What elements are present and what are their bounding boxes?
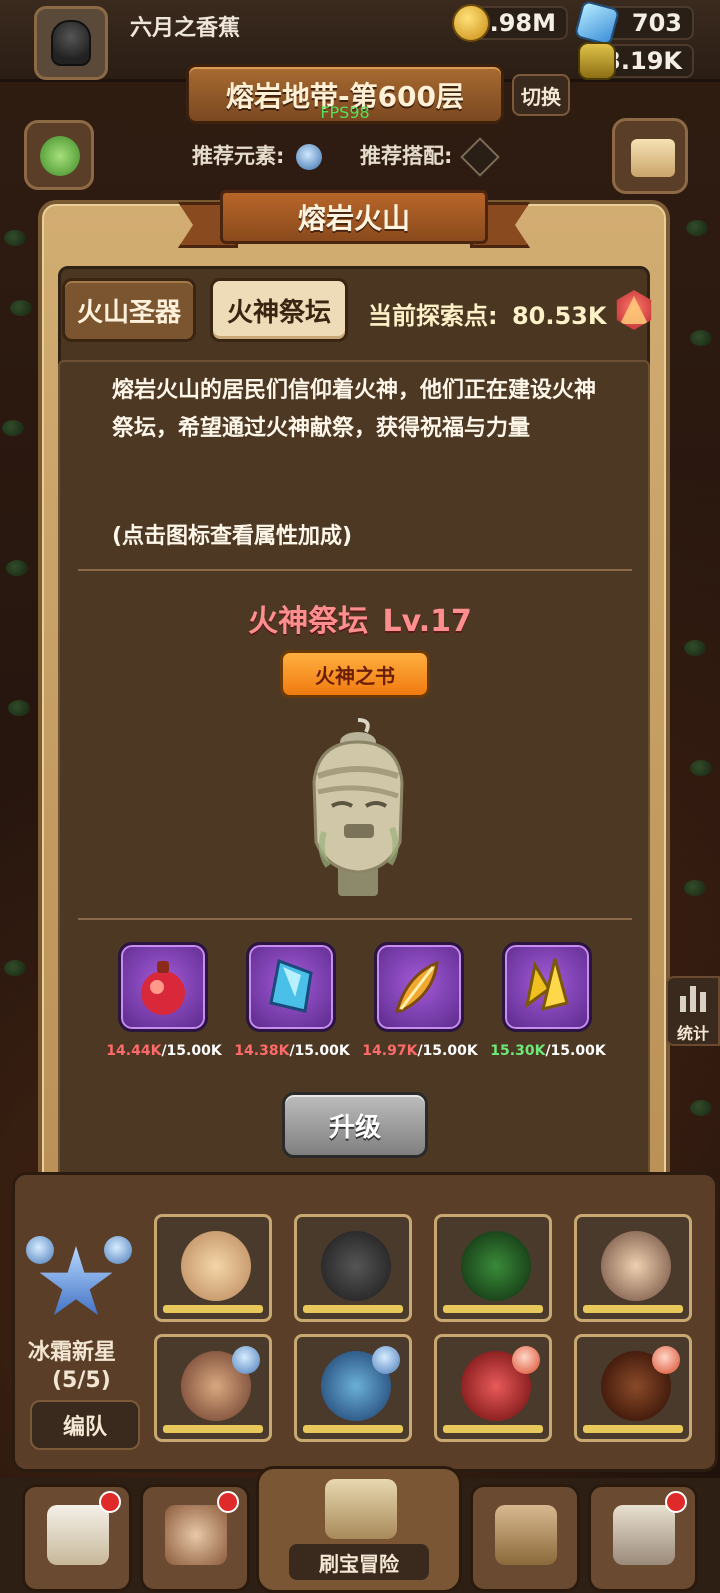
hero-card[interactable] — [434, 1214, 552, 1322]
switch-stage-button[interactable]: 切换 — [512, 74, 570, 116]
altar-level: Lv.17 — [382, 604, 472, 639]
blue-crystal-icon — [269, 958, 313, 1013]
formation-count: (5/5) — [52, 1368, 111, 1393]
dialog-title: 熔岩火山 — [220, 190, 488, 244]
treasure-map-icon — [325, 1479, 397, 1539]
tab-fire-altar[interactable]: 火神祭坛 — [210, 278, 348, 342]
hero-card[interactable] — [294, 1214, 412, 1322]
stats-label: 统计 — [676, 1024, 709, 1043]
gem-counter[interactable]: 703 — [573, 0, 694, 47]
material-need: /15.00K — [161, 1043, 222, 1059]
stage-banner[interactable]: 熔岩地带-第600层 FPS98 — [186, 64, 504, 124]
formation-skill-icon[interactable] — [26, 1236, 54, 1264]
dialog-title-ribbon: 熔岩火山 — [178, 188, 530, 256]
nav-center-label: 刷宝冒险 — [289, 1544, 429, 1580]
tab-volcano-artifact[interactable]: 火山圣器 — [62, 278, 196, 342]
golden-feather-icon — [395, 960, 439, 1013]
explore-points-label: 当前探索点: — [368, 302, 498, 330]
material-blue-crystal[interactable] — [246, 942, 336, 1032]
scroll-icon[interactable] — [612, 118, 688, 194]
notification-dot — [99, 1491, 121, 1513]
material-golden-feather[interactable] — [374, 942, 464, 1032]
nav-backpack[interactable] — [470, 1484, 580, 1592]
altar-name: 火神祭坛 — [248, 604, 369, 639]
material-count-1: 14.38K/15.00K — [222, 1043, 362, 1059]
material-have: 14.44K — [106, 1043, 162, 1059]
formation-name: 冰霜新星 — [28, 1340, 117, 1365]
nav-forge[interactable] — [588, 1484, 698, 1592]
fps-counter: FPS98 — [320, 103, 370, 122]
stats-button[interactable]: 统计 — [666, 976, 720, 1046]
nav-hero[interactable] — [140, 1484, 250, 1592]
material-gold-crystal[interactable] — [502, 942, 592, 1032]
diamond-icon — [573, 0, 621, 47]
player-avatar[interactable] — [34, 6, 108, 80]
water-element-icon — [232, 1346, 260, 1374]
water-drop-icon — [295, 144, 322, 170]
water-element-icon — [372, 1346, 400, 1374]
knight-helmet-icon — [51, 20, 91, 66]
backpack-icon — [495, 1505, 557, 1565]
formation-skill-icon[interactable] — [104, 1236, 132, 1264]
shop-icon — [47, 1505, 109, 1565]
notification-dot — [665, 1491, 687, 1513]
recommend-element: 推荐元素: — [192, 140, 322, 170]
recommend-combo: 推荐搭配: — [360, 137, 500, 177]
material-count-2: 14.97K/15.00K — [350, 1043, 490, 1059]
material-red-potion[interactable] — [118, 942, 208, 1032]
recommend-combo-label: 推荐搭配: — [360, 144, 453, 168]
material-need: /15.00K — [545, 1043, 606, 1059]
material-count-3: 15.30K/15.00K — [478, 1043, 618, 1059]
team-edit-button[interactable]: 编队 — [30, 1400, 140, 1450]
nav-treasure-adventure[interactable]: 刷宝冒险 — [256, 1466, 462, 1593]
material-need: /15.00K — [417, 1043, 478, 1059]
gold-coin-icon — [452, 4, 490, 42]
material-have: 15.30K — [490, 1043, 546, 1059]
explore-points-value: 80.53K — [511, 302, 607, 330]
material-count-0: 14.44K/15.00K — [94, 1043, 234, 1059]
fire-element-icon — [512, 1346, 540, 1374]
potion-jar-icon — [578, 42, 616, 80]
bar-chart-icon — [680, 986, 706, 1012]
gold-crystal-icon — [524, 958, 569, 1012]
fire-altar-statue-icon[interactable] — [288, 712, 428, 902]
material-have: 14.97K — [362, 1043, 418, 1059]
hero-card[interactable] — [574, 1214, 692, 1322]
notification-dot — [217, 1491, 239, 1513]
altar-hint: (点击图标查看属性加成) — [112, 524, 353, 549]
upgrade-button[interactable]: 升级 — [282, 1092, 428, 1158]
fire-element-icon — [652, 1346, 680, 1374]
altar-description: 熔岩火山的居民们信仰着火神，他们正在建设火神祭坛，希望通过火神献祭，获得祝福与力… — [112, 378, 597, 441]
divider-top — [78, 569, 632, 571]
red-potion-icon — [141, 961, 185, 1015]
potion-counter[interactable]: 3.19K — [578, 42, 694, 80]
hammer-icon — [613, 1505, 675, 1565]
explore-points: 当前探索点: 80.53K — [368, 296, 606, 331]
recommend-element-label: 推荐元素: — [192, 144, 285, 168]
nav-shop[interactable] — [22, 1484, 132, 1592]
altar-title: 火神祭坛 Lv.17 — [0, 596, 720, 640]
material-need: /15.00K — [289, 1043, 350, 1059]
material-have: 14.38K — [234, 1043, 290, 1059]
gold-counter[interactable]: 1.98M — [452, 4, 568, 42]
hero-card[interactable] — [154, 1214, 272, 1322]
gem-value: 703 — [631, 9, 682, 37]
player-name: 六月之香蕉 — [130, 16, 241, 41]
fire-god-book-button[interactable]: 火神之书 — [280, 650, 430, 698]
warning-icon[interactable] — [459, 137, 500, 177]
clover-icon[interactable] — [24, 120, 94, 190]
hero-portrait-icon — [165, 1505, 227, 1565]
divider-bottom — [78, 918, 632, 920]
